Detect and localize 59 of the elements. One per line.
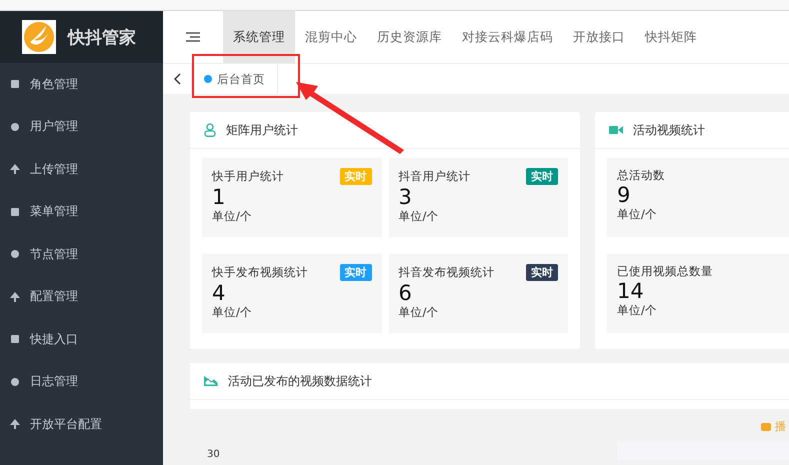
stat-value: 6 — [398, 281, 413, 305]
menu-item-icon — [10, 164, 20, 174]
stat-value: 4 — [212, 281, 226, 305]
sidebar-item[interactable]: 节点管理 — [0, 233, 163, 276]
panel-title: 活动已发布的视频数据统计 — [228, 372, 372, 390]
menu-item-icon — [10, 334, 20, 344]
stat-value: 1 — [212, 185, 226, 209]
unit-label: 单位/个 — [398, 305, 440, 320]
legend-label: 播 — [775, 419, 786, 434]
area-chart-icon — [204, 376, 218, 386]
back-icon[interactable] — [173, 73, 181, 85]
stat-value: 3 — [398, 185, 413, 209]
tile-label: 抖音用户统计 — [398, 169, 470, 184]
sidebar-item[interactable]: 日志管理 — [0, 360, 163, 403]
realtime-badge: 实时 — [340, 264, 372, 281]
menu-item-icon — [10, 122, 20, 132]
menu-item-icon — [10, 79, 20, 90]
stat-value: 14 — [617, 279, 645, 303]
unit-label: 单位/个 — [212, 305, 253, 320]
realtime-badge: 实时 — [526, 168, 558, 185]
unit-label: 单位/个 — [398, 209, 440, 224]
realtime-badge: 实时 — [340, 168, 372, 185]
panel-title: 矩阵用户统计 — [226, 122, 298, 138]
sidebar-item[interactable]: 配置管理 — [0, 276, 163, 318]
stat-value: 9 — [617, 183, 632, 207]
menu-item-icon — [10, 206, 20, 217]
tile-label: 总活动数 — [617, 168, 665, 183]
nav-tab[interactable]: 系统管理 — [223, 11, 295, 63]
axis-tick-label: 30 — [207, 449, 221, 460]
sidebar-item[interactable]: 角色管理 — [0, 63, 163, 106]
menu-item-icon — [10, 376, 20, 387]
sidebar-item[interactable]: 菜单管理 — [0, 190, 163, 233]
realtime-badge: 实时 — [526, 264, 558, 281]
tile-label: 快手用户统计 — [212, 169, 284, 184]
menu-item-icon — [10, 249, 20, 260]
sidebar-item[interactable]: 快捷入口 — [0, 318, 163, 360]
nav-tab[interactable]: 混剪中心 — [295, 11, 367, 63]
sidebar-item[interactable]: 上传管理 — [0, 148, 163, 190]
menu-item-icon — [10, 292, 20, 302]
tile-label: 快手发布视频统计 — [212, 265, 308, 280]
nav-tab[interactable]: 历史资源库 — [367, 11, 452, 63]
app-title: 快抖管家 — [68, 26, 136, 48]
tile-label: 抖音发布视频统计 — [398, 265, 494, 280]
sidebar-item[interactable]: 用户管理 — [0, 106, 163, 148]
page-tab[interactable]: 后台首页 — [191, 64, 278, 94]
logo-icon — [22, 20, 56, 54]
video-camera-icon — [609, 125, 623, 135]
menu-item-icon — [10, 419, 20, 430]
nav-tab[interactable]: 快抖矩阵 — [635, 11, 707, 63]
menu-icon[interactable] — [186, 32, 200, 42]
tile-label: 已使用视频总数量 — [617, 264, 713, 279]
unit-label: 单位/个 — [617, 207, 658, 222]
unit-label: 单位/个 — [212, 209, 253, 224]
nav-tab[interactable]: 开放接口 — [563, 11, 635, 63]
nav-tab[interactable]: 对接云科爆店码 — [452, 11, 563, 63]
sidebar-item[interactable]: 开放平台配置 — [0, 403, 163, 446]
panel-title: 活动视频统计 — [633, 122, 705, 138]
user-icon — [204, 123, 216, 137]
unit-label: 单位/个 — [617, 303, 658, 318]
